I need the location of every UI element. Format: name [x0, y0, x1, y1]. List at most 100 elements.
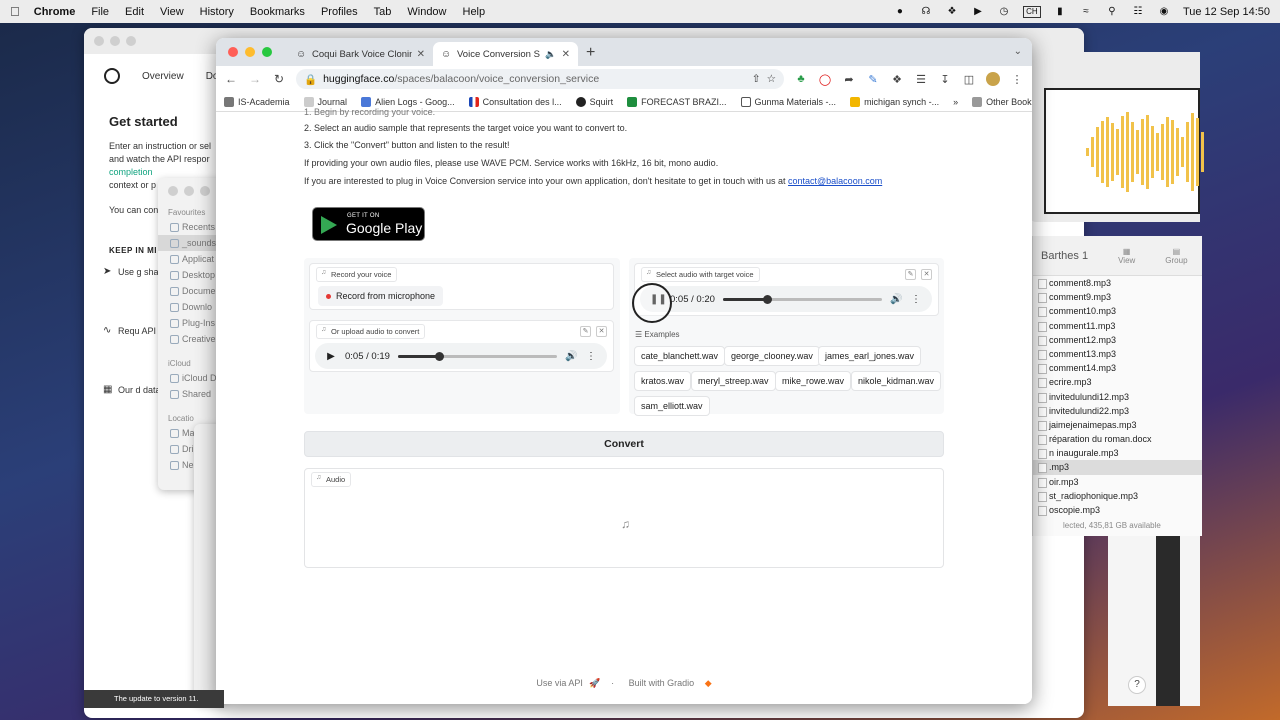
menu-window[interactable]: Window	[407, 6, 446, 18]
reload-button[interactable]: ↻	[272, 72, 286, 86]
file-row[interactable]: comment12.mp3	[1033, 333, 1202, 347]
file-row[interactable]: st_radiophonique.mp3	[1033, 489, 1202, 503]
bookmark-journal[interactable]: Journal	[303, 96, 347, 107]
siri-icon[interactable]: ◉	[1157, 6, 1171, 18]
record-status-icon[interactable]: ●	[893, 6, 907, 18]
menubar-clock[interactable]: Tue 12 Sep 14:50	[1183, 6, 1270, 18]
menu-tab[interactable]: Tab	[374, 6, 392, 18]
example-mike-rowe[interactable]: mike_rowe.wav	[775, 371, 852, 391]
download-icon[interactable]: ↧	[938, 73, 952, 86]
example-nikole-kidman[interactable]: nikole_kidman.wav	[851, 371, 942, 391]
puzzle-icon[interactable]: ❖	[890, 73, 904, 86]
clear-icon[interactable]: ✕	[596, 326, 607, 337]
target-seek-bar[interactable]	[722, 294, 882, 304]
menu-profiles[interactable]: Profiles	[321, 6, 358, 18]
bookmark-alien-logs[interactable]: Alien Logs - Goog...	[361, 96, 455, 107]
convert-button[interactable]: Convert	[304, 431, 944, 457]
example-james-earl-jones[interactable]: james_earl_jones.wav	[818, 346, 922, 366]
example-cate-blanchett[interactable]: cate_blanchett.wav	[634, 346, 726, 366]
search-icon[interactable]: ⚲	[1105, 6, 1119, 18]
file-row[interactable]: invitedulundi22.mp3	[1033, 404, 1202, 418]
file-row[interactable]: ecrire.mp3	[1033, 375, 1202, 389]
extension-green-icon[interactable]: ♣	[794, 73, 808, 85]
battery-icon[interactable]: ▮	[1053, 6, 1067, 18]
profile-avatar[interactable]	[986, 72, 1000, 86]
edit-icon[interactable]: ✎	[905, 269, 916, 280]
share-icon[interactable]: ⇧	[752, 73, 761, 85]
example-george-clooney[interactable]: george_clooney.wav	[724, 346, 820, 366]
more-options-icon[interactable]: ⋮	[585, 351, 597, 362]
file-row[interactable]: réparation du roman.docx	[1033, 432, 1202, 446]
tab-voice-conversion[interactable]: ☺ Voice Conversion Service - 🔈 ✕	[433, 42, 578, 66]
menu-edit[interactable]: Edit	[125, 6, 144, 18]
control-center-icon[interactable]: ☷	[1131, 6, 1145, 18]
headphones-icon[interactable]: ☊	[919, 6, 933, 18]
menu-file[interactable]: File	[91, 6, 109, 18]
menu-view[interactable]: View	[160, 6, 184, 18]
minimize-window-button[interactable]	[245, 47, 255, 57]
example-kratos[interactable]: kratos.wav	[634, 371, 692, 391]
built-with-gradio-link[interactable]: Built with Gradio ◆	[625, 678, 716, 688]
menu-bookmarks[interactable]: Bookmarks	[250, 6, 305, 18]
bookmark-star-icon[interactable]: ☆	[767, 73, 776, 85]
file-row[interactable]: comment11.mp3	[1033, 319, 1202, 333]
bookmark-michigan[interactable]: michigan synch -...	[850, 96, 939, 107]
bookmark-gunma[interactable]: Gunma Materials -...	[740, 96, 836, 107]
speaker-icon[interactable]: 🔈	[545, 49, 556, 60]
help-icon[interactable]: ?	[1128, 676, 1146, 694]
play-button[interactable]: ▶	[325, 351, 337, 362]
example-sam-elliott[interactable]: sam_elliott.wav	[634, 396, 710, 416]
menu-app-name[interactable]: Chrome	[34, 6, 76, 18]
play-icon[interactable]: ▶	[971, 6, 985, 18]
address-bar[interactable]: 🔒 huggingface.co/spaces/balacoon/voice_c…	[296, 69, 784, 89]
bookmark-consultation[interactable]: Consultation des l...	[468, 96, 562, 107]
example-meryl-streep[interactable]: meryl_streep.wav	[691, 371, 776, 391]
file-row[interactable]: oscopie.mp3	[1033, 503, 1202, 517]
zoom-window-button[interactable]	[262, 47, 272, 57]
view-button[interactable]: ▦ View	[1118, 247, 1135, 265]
file-row[interactable]: comment8.mp3	[1033, 276, 1202, 290]
bookmark-is-academia[interactable]: IS-Academia	[224, 96, 290, 107]
other-bookmarks-folder[interactable]: Other Bookmarks	[972, 96, 1032, 107]
menu-help[interactable]: Help	[463, 6, 486, 18]
back-button[interactable]: ←	[224, 72, 238, 86]
google-play-badge[interactable]: GET IT ON Google Play	[312, 207, 425, 241]
extension-icon[interactable]: ❖	[945, 6, 959, 18]
clear-icon[interactable]: ✕	[921, 269, 932, 280]
input-source-badge[interactable]: CH	[1022, 5, 1041, 18]
file-row[interactable]: comment14.mp3	[1033, 361, 1202, 375]
more-menu-icon[interactable]: ⋮	[1010, 73, 1024, 86]
wifi-icon[interactable]: ≈	[1079, 6, 1093, 18]
pen-icon[interactable]: ✎	[866, 73, 880, 86]
close-tab-icon[interactable]: ✕	[562, 49, 570, 60]
update-notification[interactable]: The update to version 11.	[84, 690, 224, 708]
file-row[interactable]: n inaugurale.mp3	[1033, 446, 1202, 460]
forward-button[interactable]: →	[248, 72, 262, 86]
bookmarks-overflow[interactable]: »	[953, 97, 958, 107]
group-button[interactable]: ▤ Group	[1165, 247, 1187, 265]
menu-history[interactable]: History	[200, 6, 234, 18]
forward-arrow-icon[interactable]: ➦	[842, 73, 856, 86]
nav-overview[interactable]: Overview	[142, 71, 184, 82]
record-from-microphone-button[interactable]: Record from microphone	[318, 286, 444, 306]
file-row[interactable]: invitedulundi12.mp3	[1033, 390, 1202, 404]
file-row[interactable]: comment10.mp3	[1033, 304, 1202, 318]
file-row[interactable]: comment13.mp3	[1033, 347, 1202, 361]
waveform-display[interactable]	[1044, 88, 1204, 214]
volume-icon[interactable]: 🔊	[890, 294, 902, 305]
tab-coqui-bark[interactable]: ☺ Coqui Bark Voice Cloning - a H ✕	[288, 42, 433, 66]
bookmark-forecast[interactable]: FORECAST BRAZI...	[627, 96, 727, 107]
bookmark-squirt[interactable]: Squirt	[575, 96, 613, 107]
edit-icon[interactable]: ✎	[580, 326, 591, 337]
contact-email-link[interactable]: contact@balacoon.com	[788, 176, 882, 186]
volume-icon[interactable]: 🔊	[565, 351, 577, 362]
new-tab-button[interactable]: +	[586, 44, 595, 62]
apple-icon[interactable]: 	[10, 4, 20, 19]
close-tab-icon[interactable]: ✕	[417, 49, 425, 60]
sidebar-icon[interactable]: ◫	[962, 73, 976, 86]
clock-icon[interactable]: ◷	[997, 6, 1011, 18]
upload-seek-bar[interactable]	[397, 351, 557, 361]
close-window-button[interactable]	[228, 47, 238, 57]
file-row[interactable]: .mp3	[1033, 460, 1202, 475]
more-options-icon[interactable]: ⋮	[910, 294, 922, 305]
